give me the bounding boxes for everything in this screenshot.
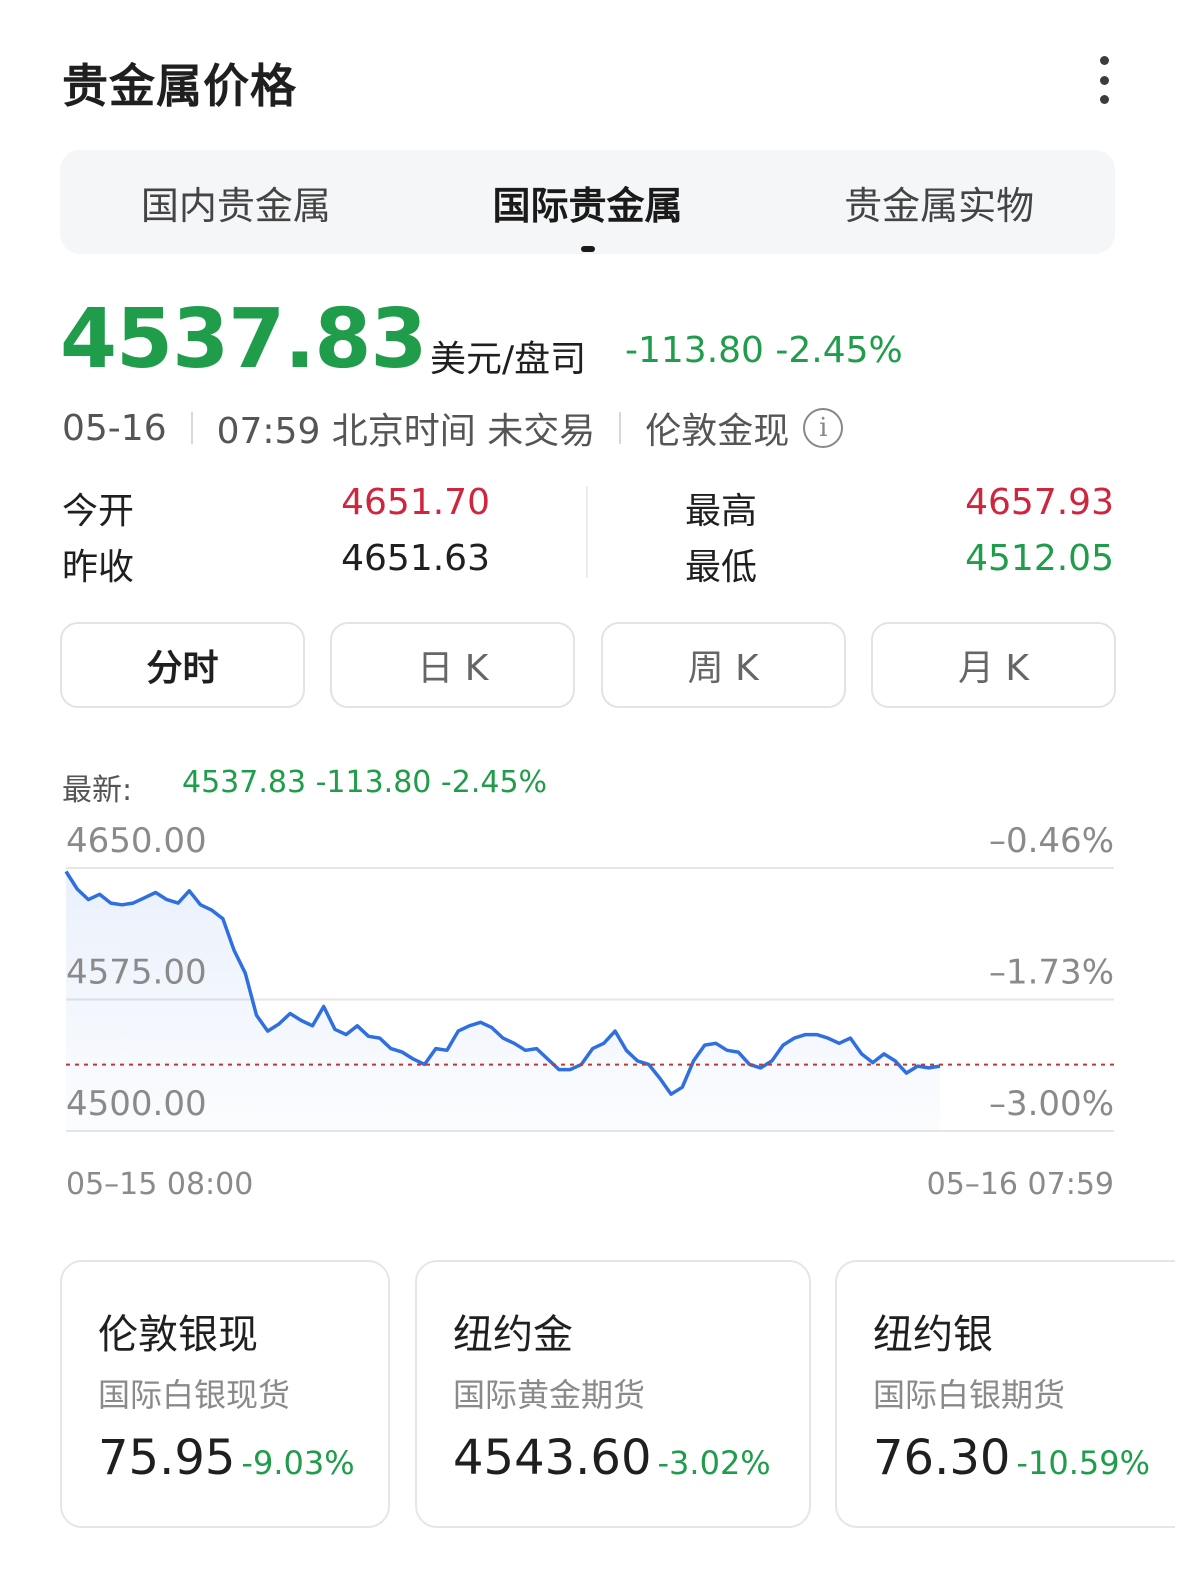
mini-card-pct: -9.03% <box>241 1444 355 1482</box>
y-tick-label-right: –0.46% <box>989 821 1114 861</box>
mini-card-name: 纽约银 <box>873 1312 993 1358</box>
mini-card-subtitle: 国际黄金期货 <box>453 1376 646 1414</box>
mini-card-name: 伦敦银现 <box>98 1312 258 1358</box>
y-tick-label: 4500.00 <box>66 1084 207 1124</box>
x-tick-label: 05–15 08:00 <box>66 1167 253 1202</box>
y-tick-label-right: –3.00% <box>989 1084 1114 1124</box>
mini-card-quote: 76.30 -10.59% <box>873 1430 1150 1486</box>
mini-card-quote: 75.95 -9.03% <box>98 1430 355 1486</box>
mini-card-subtitle: 国际白银期货 <box>873 1376 1066 1414</box>
x-tick-label: 05–16 07:59 <box>927 1167 1114 1202</box>
mini-card-london-silver[interactable]: 伦敦银现 国际白银现货 75.95 -9.03% <box>60 1260 390 1528</box>
mini-card-price: 75.95 <box>98 1430 236 1486</box>
mini-card-ny-silver[interactable]: 纽约银 国际白银期货 76.30 -10.59% <box>835 1260 1175 1528</box>
mini-card-subtitle: 国际白银现货 <box>98 1376 291 1414</box>
mini-card-ny-gold[interactable]: 纽约金 国际黄金期货 4543.60 -3.02% <box>415 1260 811 1528</box>
mini-card-price: 76.30 <box>873 1430 1011 1486</box>
mini-card-price: 4543.60 <box>453 1430 652 1486</box>
y-tick-label: 4575.00 <box>66 953 207 993</box>
mini-card-name: 纽约金 <box>453 1312 573 1358</box>
y-tick-label: 4650.00 <box>66 821 207 861</box>
mini-card-pct: -3.02% <box>657 1444 771 1482</box>
y-tick-label-right: –1.73% <box>989 953 1114 993</box>
mini-card-pct: -10.59% <box>1016 1444 1150 1482</box>
mini-card-quote: 4543.60 -3.02% <box>453 1430 771 1486</box>
